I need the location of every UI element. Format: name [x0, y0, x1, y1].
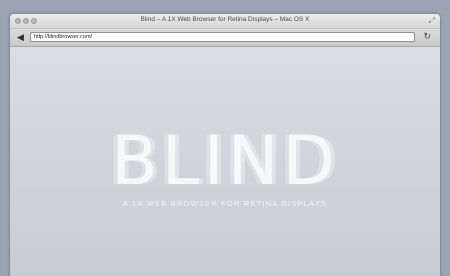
browser-toolbar: ◀ http://blindbrowser.com/ ↻ [10, 29, 440, 47]
title-bar[interactable]: Blind – A 1X Web Browser for Retina Disp… [10, 14, 440, 29]
page-content: BLIND A 1X WEB BROWSER FOR RETINA DISPLA… [10, 47, 440, 276]
address-bar[interactable]: http://blindbrowser.com/ [30, 32, 415, 42]
minimize-window-button[interactable] [23, 18, 29, 24]
site-logo: BLIND [111, 122, 339, 201]
zoom-window-button[interactable] [31, 18, 37, 24]
site-tagline: A 1X WEB BROWSER FOR RETINA DISPLAYS [122, 199, 328, 208]
reload-icon[interactable]: ↻ [423, 31, 431, 42]
back-arrow-icon[interactable]: ◀ [17, 32, 24, 42]
close-window-button[interactable] [15, 18, 21, 24]
window-title: Blind – A 1X Web Browser for Retina Disp… [140, 16, 310, 23]
fullscreen-icon[interactable]: ⤢ [429, 16, 435, 26]
browser-window: Blind – A 1X Web Browser for Retina Disp… [10, 14, 440, 276]
